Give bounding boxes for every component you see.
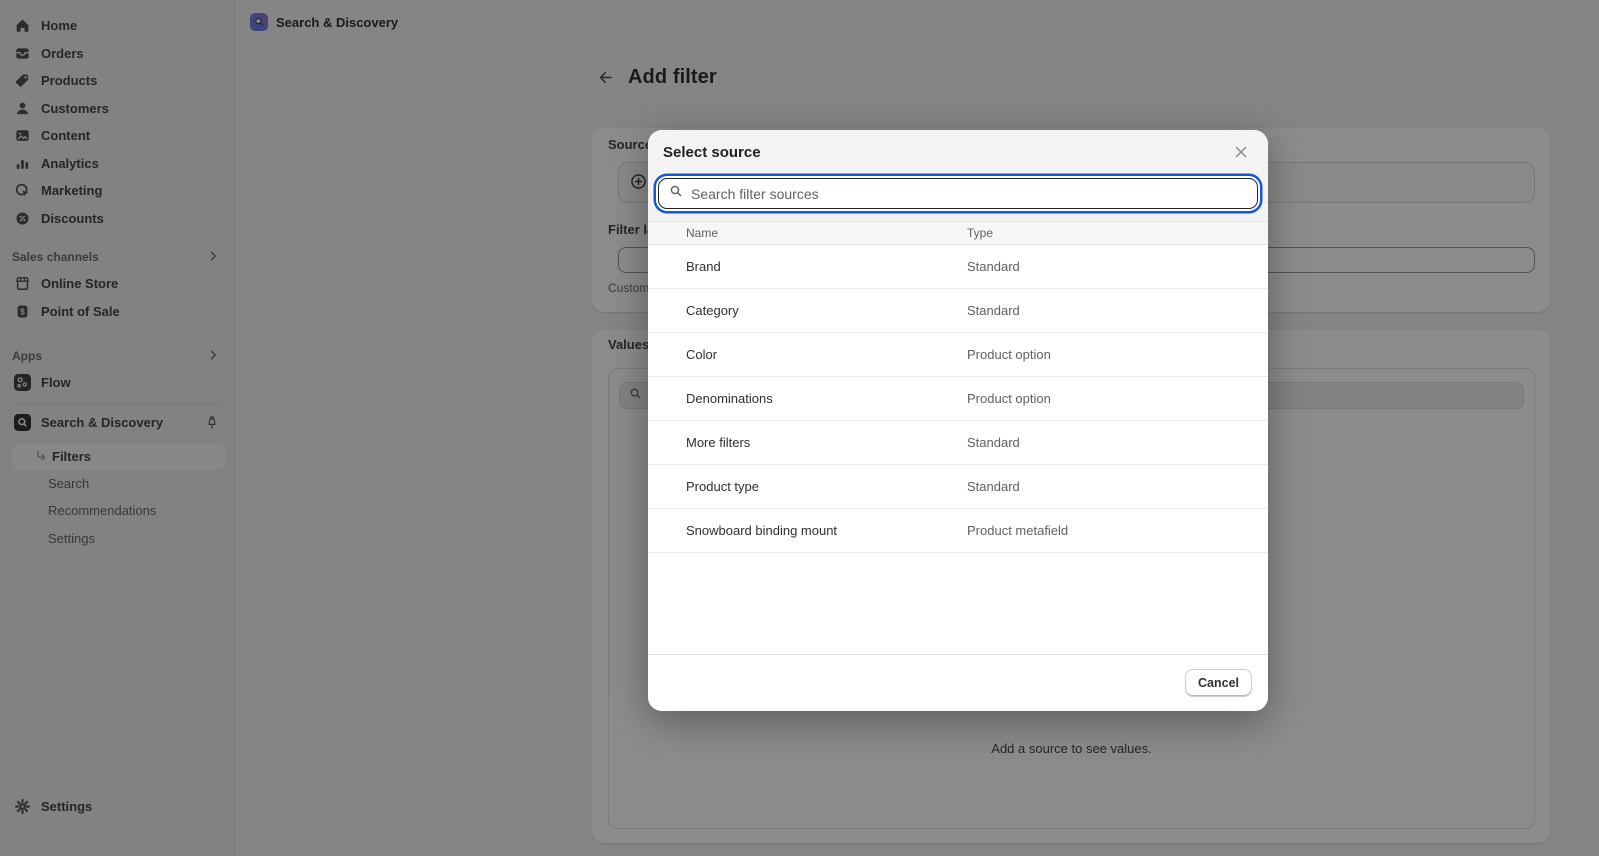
row-name: Brand [686,259,721,274]
column-header-name: Name [648,226,718,240]
row-name: More filters [686,435,750,450]
row-type: Standard [967,435,1020,450]
table-header-row: Name Type [648,221,1268,245]
screen: Home Orders Products Customers Content A… [0,0,1599,856]
row-type: Product option [967,391,1051,406]
table-row[interactable]: More filters Standard [648,421,1268,465]
row-type: Standard [967,259,1020,274]
row-name: Product type [686,479,759,494]
modal-header: Select source [648,130,1268,174]
table-row[interactable]: Denominations Product option [648,377,1268,421]
row-type: Product metafield [967,523,1068,538]
row-name: Snowboard binding mount [686,523,837,538]
modal-search-band [648,174,1268,221]
table-row[interactable]: Category Standard [648,289,1268,333]
row-name: Category [686,303,739,318]
table-row[interactable]: Product type Standard [648,465,1268,509]
modal-footer: Cancel [648,654,1268,711]
modal-search-input[interactable] [691,186,1257,202]
cancel-button[interactable]: Cancel [1185,669,1252,697]
close-icon[interactable] [1228,139,1254,165]
search-icon [668,183,684,204]
row-type: Product option [967,347,1051,362]
select-source-modal: Select source Name Type Brand Standard C… [648,130,1268,711]
modal-title: Select source [663,144,761,161]
table-row[interactable]: Snowboard binding mount Product metafiel… [648,509,1268,553]
table-row[interactable]: Brand Standard [648,245,1268,289]
row-name: Color [686,347,717,362]
row-type: Standard [967,303,1020,318]
column-header-type: Type [967,226,993,240]
row-type: Standard [967,479,1020,494]
modal-body-spacer [648,553,1268,654]
modal-search-field[interactable] [658,178,1258,209]
row-name: Denominations [686,391,773,406]
table-row[interactable]: Color Product option [648,333,1268,377]
